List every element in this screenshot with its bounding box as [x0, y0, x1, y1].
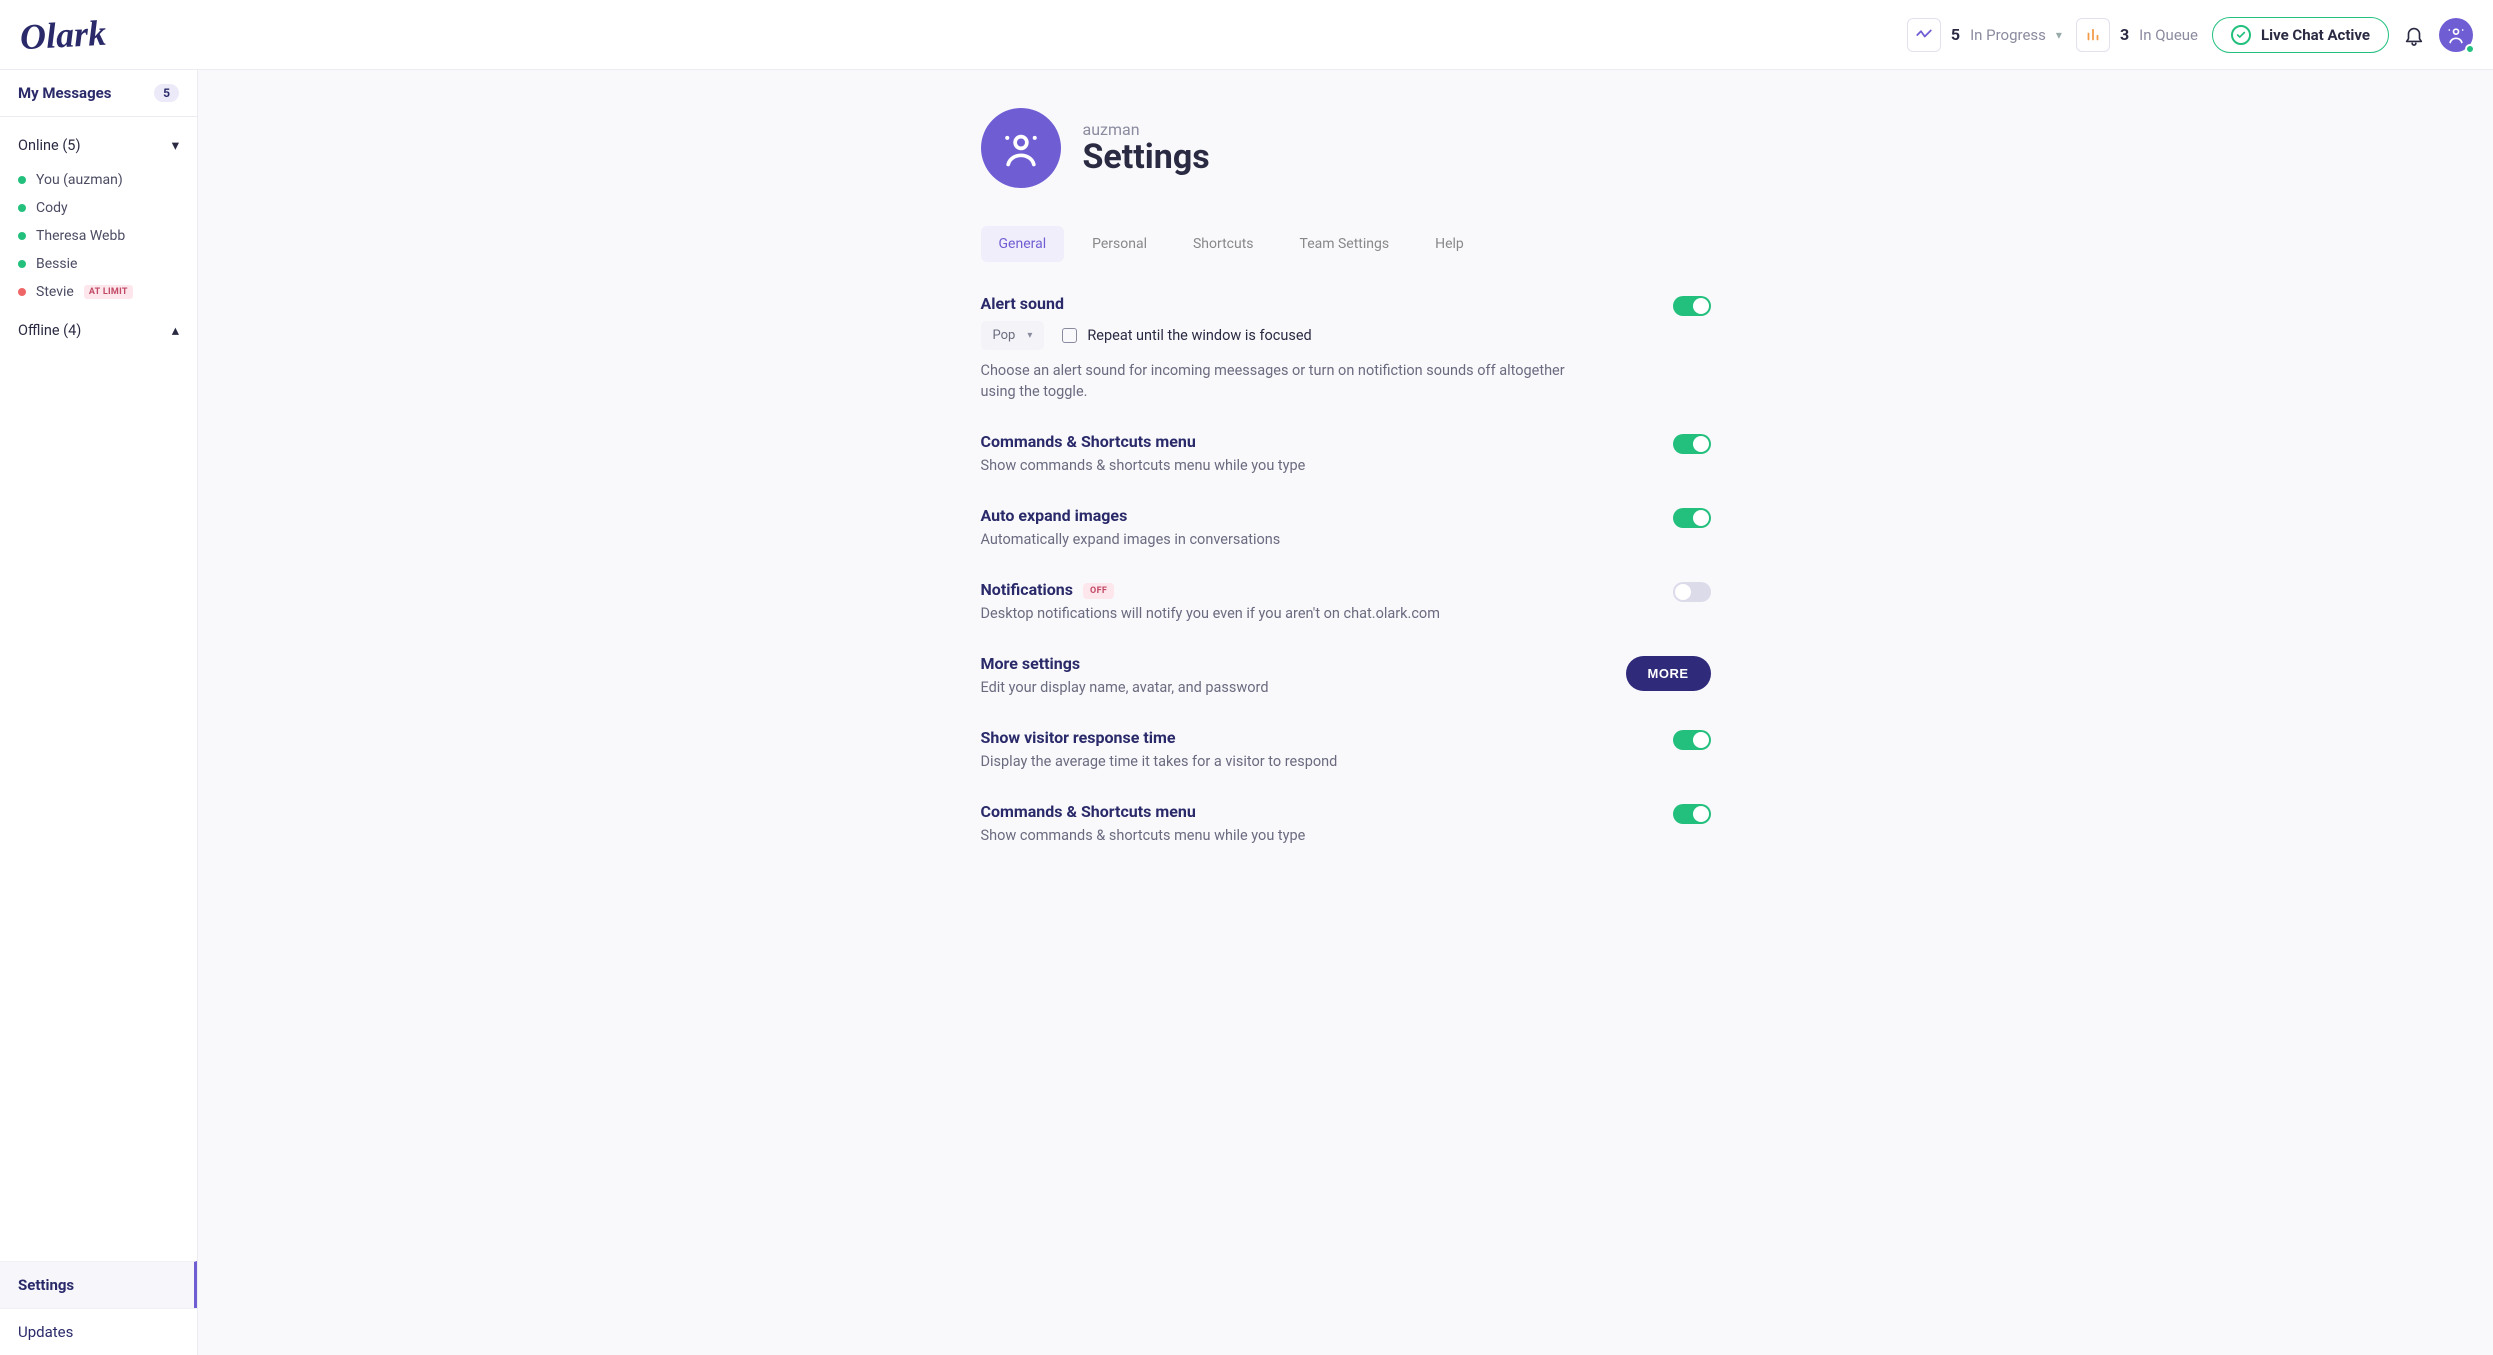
setting-alert-sound: Alert sound Pop ▾ Repeat until the windo… [981, 294, 1711, 402]
live-chat-status[interactable]: Live Chat Active [2212, 17, 2389, 53]
repeat-checkbox[interactable]: Repeat until the window is focused [1062, 327, 1311, 344]
online-group-toggle[interactable]: Online (5) ▾ [18, 131, 179, 160]
alert-sound-select[interactable]: Pop ▾ [981, 321, 1045, 350]
chevron-down-icon: ▾ [172, 137, 179, 154]
limit-tag: AT LIMIT [84, 285, 133, 299]
user-avatar[interactable] [2439, 18, 2473, 52]
in-queue-label: In Queue [2139, 26, 2198, 44]
setting-desc: Show commands & shortcuts menu while you… [981, 825, 1643, 846]
chevron-up-icon: ▴ [172, 322, 179, 339]
brand-logo[interactable]: Olark [19, 11, 107, 57]
sidebar-user-bessie[interactable]: Bessie [18, 250, 179, 278]
sidebar-user-cody[interactable]: Cody [18, 194, 179, 222]
tab-shortcuts[interactable]: Shortcuts [1175, 226, 1272, 262]
checkbox-label: Repeat until the window is focused [1087, 327, 1311, 344]
sidebar: My Messages 5 Online (5) ▾ You (auzman) … [0, 70, 198, 1355]
tab-general[interactable]: General [981, 226, 1065, 262]
more-button[interactable]: MORE [1626, 656, 1711, 691]
setting-title: Show visitor response time [981, 728, 1643, 747]
user-name: Theresa Webb [36, 228, 125, 244]
activity-icon [1907, 18, 1941, 52]
select-value: Pop [993, 328, 1016, 343]
sidebar-settings-link[interactable]: Settings [0, 1261, 197, 1308]
notifications-toggle[interactable] [1673, 582, 1711, 602]
setting-title: Auto expand images [981, 506, 1643, 525]
online-group-label: Online (5) [18, 137, 81, 154]
setting-title: Alert sound [981, 294, 1643, 313]
sidebar-user-stevie[interactable]: Stevie AT LIMIT [18, 278, 179, 306]
check-circle-icon [2231, 25, 2251, 45]
setting-more-settings: More settings Edit your display name, av… [981, 654, 1711, 698]
setting-desc: Choose an alert sound for incoming meess… [981, 360, 1571, 402]
setting-visitor-response-time: Show visitor response time Display the a… [981, 728, 1711, 772]
presence-dot-icon [2465, 44, 2475, 54]
user-name: You (auzman) [36, 172, 123, 188]
in-queue-stat[interactable]: 3 In Queue [2076, 18, 2198, 52]
setting-title: Commands & Shortcuts menu [981, 432, 1643, 451]
commands2-toggle[interactable] [1673, 804, 1711, 824]
auto-expand-toggle[interactable] [1673, 508, 1711, 528]
page-subtitle: auzman [1083, 120, 1210, 139]
notifications-bell-icon[interactable] [2403, 24, 2425, 46]
user-name: Cody [36, 200, 68, 216]
offline-group-toggle[interactable]: Offline (4) ▴ [18, 316, 179, 345]
in-progress-count: 5 [1951, 25, 1960, 44]
status-dot-icon [18, 288, 26, 296]
tab-help[interactable]: Help [1417, 226, 1482, 262]
setting-title: Commands & Shortcuts menu [981, 802, 1643, 821]
off-badge: OFF [1083, 583, 1114, 599]
visitor-response-toggle[interactable] [1673, 730, 1711, 750]
chevron-down-icon: ▾ [1027, 330, 1032, 341]
setting-commands-shortcuts: Commands & Shortcuts menu Show commands … [981, 432, 1711, 476]
profile-avatar [981, 108, 1061, 188]
in-progress-stat[interactable]: 5 In Progress ▾ [1907, 18, 2062, 52]
setting-title: More settings [981, 654, 1596, 673]
setting-notifications: Notifications OFF Desktop notifications … [981, 580, 1711, 624]
setting-desc: Desktop notifications will notify you ev… [981, 603, 1643, 624]
setting-title: Notifications OFF [981, 580, 1643, 599]
offline-group-label: Offline (4) [18, 322, 81, 339]
setting-desc: Automatically expand images in conversat… [981, 529, 1643, 550]
status-dot-icon [18, 204, 26, 212]
user-name: Bessie [36, 256, 77, 272]
live-chat-label: Live Chat Active [2261, 26, 2370, 44]
user-name: Stevie [36, 284, 74, 300]
checkbox-icon [1062, 328, 1077, 343]
setting-desc: Show commands & shortcuts menu while you… [981, 455, 1643, 476]
sidebar-user-theresa[interactable]: Theresa Webb [18, 222, 179, 250]
sidebar-updates-link[interactable]: Updates [0, 1308, 197, 1355]
sidebar-user-you[interactable]: You (auzman) [18, 166, 179, 194]
commands-toggle[interactable] [1673, 434, 1711, 454]
my-messages-link[interactable]: My Messages 5 [18, 84, 179, 102]
in-queue-count: 3 [2120, 25, 2129, 44]
setting-desc: Display the average time it takes for a … [981, 751, 1643, 772]
setting-commands-shortcuts-2: Commands & Shortcuts menu Show commands … [981, 802, 1711, 846]
tab-team-settings[interactable]: Team Settings [1282, 226, 1408, 262]
status-dot-icon [18, 260, 26, 268]
settings-tabs: General Personal Shortcuts Team Settings… [981, 226, 1711, 262]
my-messages-label: My Messages [18, 84, 111, 102]
setting-desc: Edit your display name, avatar, and pass… [981, 677, 1596, 698]
alert-sound-toggle[interactable] [1673, 296, 1711, 316]
my-messages-count: 5 [154, 84, 179, 102]
setting-auto-expand-images: Auto expand images Automatically expand … [981, 506, 1711, 550]
tab-personal[interactable]: Personal [1074, 226, 1165, 262]
in-progress-label: In Progress [1970, 26, 2046, 44]
chevron-down-icon: ▾ [2056, 28, 2062, 42]
status-dot-icon [18, 232, 26, 240]
status-dot-icon [18, 176, 26, 184]
page-title: Settings [1083, 139, 1210, 176]
bars-icon [2076, 18, 2110, 52]
